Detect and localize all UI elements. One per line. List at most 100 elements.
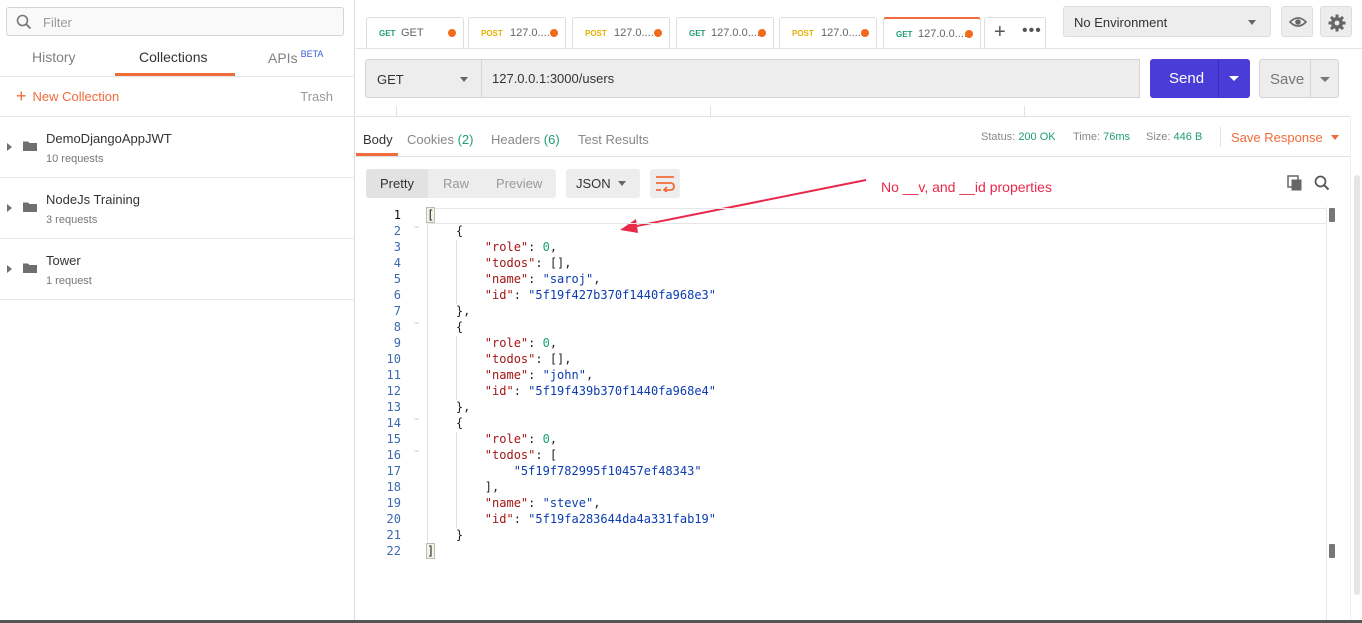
collection-item[interactable]: DemoDjangoAppJWT 10 requests [0,117,355,177]
code-text: ], [427,480,500,494]
code-text: "todos": [], [484,256,572,270]
tab-title: 127.0.... [821,27,861,39]
gear-icon [1328,14,1346,32]
collection-count: 3 requests [46,214,98,226]
line-number: 3 [393,240,401,254]
code-text: "name": "steve", [484,496,601,510]
tab-title: 127.0.0.... [918,28,967,40]
collapsed-request-tabs [356,106,1350,117]
response-tab-cookies[interactable]: Cookies (2) [407,132,473,147]
filter-input[interactable]: Filter [6,7,344,36]
code-text: }, [427,304,471,318]
tab-history[interactable]: History [32,49,76,65]
code-line: 2 ⋯ { [366,223,1326,240]
code-text: "name": "saroj", [484,272,601,286]
request-tab-active[interactable]: GET 127.0.0.... [883,17,981,48]
pretty-button[interactable]: Pretty [380,176,414,191]
request-tab[interactable]: GET 127.0.0.... [676,17,774,48]
request-tab[interactable]: GET GET [366,17,464,48]
code-line: 10 "todos": [], [366,352,1326,368]
settings-button[interactable] [1320,6,1352,37]
line-number: 11 [386,368,401,382]
preview-button[interactable]: Preview [496,176,542,191]
status-info: Status: 200 OK [981,131,1056,143]
line-number: 1 [393,208,401,222]
collection-name: Tower [46,253,81,268]
raw-button[interactable]: Raw [443,176,469,191]
chevron-down-icon [1248,20,1256,25]
trash-button[interactable]: Trash [300,89,333,104]
send-options-icon[interactable] [1229,76,1239,81]
line-number: 14 [386,416,401,430]
search-icon[interactable] [1314,175,1330,191]
new-collection-label: New Collection [32,88,120,104]
sidebar-tabs: History Collections APIs BETA [0,44,355,76]
fold-toggle-icon[interactable]: ⋯ [414,319,419,329]
tab-title: 127.0.0.... [711,27,760,39]
time-label: Time: [1073,131,1101,143]
code-line: 17 "5f19f782995f10457ef48343" [366,464,1326,480]
more-tabs-icon[interactable]: ••• [1022,22,1042,40]
new-collection-button[interactable]: + New Collection [16,87,120,105]
scrollbar-marker [1329,544,1335,558]
environment-quick-look-button[interactable] [1281,6,1313,37]
code-text: "role": 0, [484,432,558,446]
request-tab[interactable]: POST 127.0.... [572,17,670,48]
fold-toggle-icon[interactable]: ⋯ [414,415,419,425]
expand-caret-icon[interactable] [7,265,12,273]
collection-item[interactable]: NodeJs Training 3 requests [0,178,355,238]
response-body-editor[interactable]: 1[2 ⋯ {3 "role": 0, 4 "todos": [], 5 "name"… [366,206,1336,621]
code-line: 11 "name": "john", [366,368,1326,384]
response-tab-body[interactable]: Body [363,132,393,147]
request-tab[interactable]: POST 127.0.... [468,17,566,48]
response-tab-tests[interactable]: Test Results [578,132,649,147]
code-text: { [427,320,464,334]
environment-select[interactable]: No Environment [1063,6,1271,37]
editor-scrollbar[interactable] [1326,207,1335,621]
unsaved-dot [861,29,869,37]
method-select[interactable]: GET [365,59,482,98]
unsaved-dot [550,29,558,37]
code-text: "role": 0, [484,240,558,254]
tab-title: 127.0.... [614,27,654,39]
method-label: POST [585,29,607,38]
annotation-note: No __v, and __id properties [881,179,1052,195]
code-line: 3 "role": 0, [366,240,1326,256]
tab-collections[interactable]: Collections [139,49,207,65]
divider [0,76,355,77]
collection-name: NodeJs Training [46,192,140,207]
code-line: 18 ], [366,480,1326,496]
collection-item[interactable]: Tower 1 request [0,239,355,299]
save-button[interactable]: Save [1259,59,1339,98]
request-tab[interactable]: POST 127.0.... [779,17,877,48]
pane-scrollbar[interactable] [1350,117,1362,623]
line-number: 21 [386,528,401,542]
send-button[interactable]: Send [1150,59,1250,98]
line-number: 4 [393,256,401,270]
url-input[interactable]: 127.0.0.1:3000/users [481,59,1140,98]
code-text: "todos": [ [484,448,558,462]
new-tab-button[interactable]: + [994,21,1006,44]
code-line: 16 ⋯ "todos": [ [366,447,1326,464]
method-label: GET [689,29,706,38]
expand-caret-icon[interactable] [7,143,12,151]
copy-icon[interactable] [1287,175,1303,191]
response-tab-headers[interactable]: Headers (6) [491,132,560,147]
divider [1218,59,1219,98]
tab-apis[interactable]: APIs BETA [268,49,323,66]
expand-caret-icon[interactable] [7,204,12,212]
fold-toggle-icon[interactable]: ⋯ [414,223,419,233]
headers-count: (6) [543,132,560,147]
code-line: 19 "name": "steve", [366,496,1326,512]
scrollbar-thumb[interactable] [1354,175,1360,595]
code-line: 9 "role": 0, [366,336,1326,352]
status-label: Status: [981,131,1016,143]
code-line: 4 "todos": [], [366,256,1326,272]
line-number: 2 [393,224,401,238]
fold-toggle-icon[interactable]: ⋯ [414,447,419,457]
code-text: "id": "5f19fa283644da4a331fab19" [484,512,716,526]
line-number: 19 [386,496,401,510]
save-options-icon[interactable] [1320,77,1330,82]
tab-actions: + ••• [984,17,1046,48]
save-response-button[interactable]: Save Response [1231,130,1339,145]
